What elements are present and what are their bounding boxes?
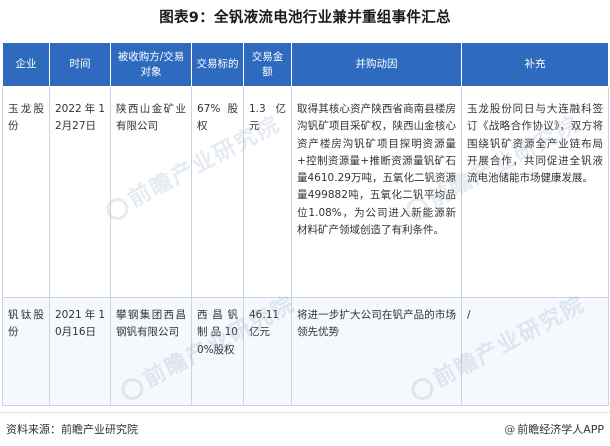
credit: @ 前瞻经济学人APP (504, 421, 604, 437)
source-note: 资料来源：前瞻产业研究院 (6, 423, 138, 436)
table-header-row: 企业 时间 被收购方/交易对象 交易标的 交易金额 并购动因 补充 (2, 42, 609, 87)
cell-subject: 67%股权 (191, 86, 244, 298)
footer: 资料来源：前瞻产业研究院 @ 前瞻经济学人APP (0, 412, 610, 442)
merger-events-table: 企业 时间 被收购方/交易对象 交易标的 交易金额 并购动因 补充 玉龙股份 2… (2, 42, 609, 406)
cell-company: 玉龙股份 (2, 86, 50, 298)
cell-time: 2021年10月16日 (49, 297, 111, 406)
header-target: 被收购方/交易对象 (110, 42, 192, 87)
table-row: 玉龙股份 2022年12月27日 陕西山金矿业有限公司 67%股权 1.3亿元 … (2, 86, 609, 298)
cell-supplement: / (461, 297, 609, 406)
header-supplement: 补充 (461, 42, 609, 87)
credit-label: 前瞻经济学人APP (517, 423, 604, 436)
header-time: 时间 (49, 42, 111, 87)
cell-time: 2022年12月27日 (49, 86, 111, 298)
cell-company: 钒钛股份 (2, 297, 50, 406)
header-motive: 并购动因 (291, 42, 462, 87)
header-subject: 交易标的 (191, 42, 244, 87)
cell-amount: 46.11亿元 (243, 297, 292, 406)
cell-target: 攀钢集团西昌钢钒有限公司 (110, 297, 192, 406)
cell-supplement: 玉龙股份同日与大连融科签订《战略合作协议》，双方将围绕钒矿资源全产业链布局开展合… (461, 86, 609, 298)
cell-motive: 将进一步扩大公司在钒产品的市场领先优势 (291, 297, 462, 406)
table-row: 钒钛股份 2021年10月16日 攀钢集团西昌钢钒有限公司 西昌钒制品100%股… (2, 297, 609, 406)
weibo-icon: @ (504, 423, 516, 436)
header-company: 企业 (2, 42, 50, 87)
cell-motive: 取得其核心资产陕西省商南县楼房沟钒矿项目采矿权，陕西山金核心资产楼房沟钒矿项目探… (291, 86, 462, 298)
page-title: 图表9：全钒液流电池行业兼并重组事件汇总 (159, 10, 451, 26)
header-amount: 交易金额 (243, 42, 292, 87)
cell-amount: 1.3亿元 (243, 86, 292, 298)
cell-target: 陕西山金矿业有限公司 (110, 86, 192, 298)
cell-subject: 西昌钒制品100%股权 (191, 297, 244, 406)
